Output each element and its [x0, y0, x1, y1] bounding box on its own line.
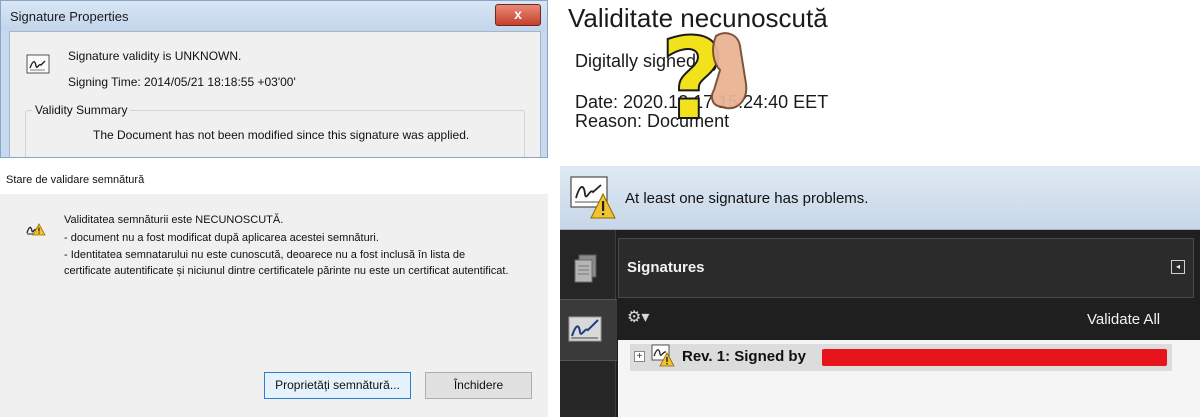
validity-unknown-graphic: Validitate necunoscută Digitally signed … — [562, 0, 1200, 160]
close-button[interactable]: x — [495, 4, 541, 26]
signature-warning-icon — [26, 223, 46, 236]
signature-pen-icon — [568, 316, 602, 342]
validity-status: Signature validity is UNKNOWN. — [68, 49, 242, 63]
signatures-tab[interactable] — [560, 299, 617, 361]
signing-time: Signing Time: 2014/05/21 18:18:55 +03'00… — [68, 75, 296, 89]
signature-properties-dialog: Signature Properties x Signature validit… — [0, 0, 548, 158]
signatures-pane: At least one signature has problems. Sig… — [560, 166, 1200, 417]
options-gear-icon[interactable]: ⚙▾ — [627, 307, 649, 327]
close-button[interactable]: Închidere — [425, 372, 532, 399]
title-bar: Signature Properties x — [1, 1, 547, 31]
pages-icon[interactable] — [574, 254, 598, 284]
detail-line: - Identitatea semnatarului nu este cunos… — [64, 249, 466, 261]
dialog-body: Signature validity is UNKNOWN. Signing T… — [9, 31, 541, 157]
validity-summary-text: The Document has not been modified since… — [93, 128, 470, 142]
close-icon: x — [514, 6, 522, 22]
redaction-bar — [822, 349, 1167, 366]
detail-line: certificate autentificate și niciunul di… — [64, 265, 509, 277]
collapse-panel-button[interactable]: ◂ — [1171, 260, 1185, 274]
revision-label: Rev. 1: Signed by — [682, 348, 806, 365]
validity-summary-group: Validity Summary The Document has not be… — [25, 103, 525, 157]
status-line: Validitatea semnăturii este NECUNOSCUTĂ. — [64, 214, 284, 226]
signature-pen-icon — [26, 54, 50, 74]
signature-warning-icon — [570, 176, 616, 219]
question-mark-icon: ? — [659, 14, 748, 134]
dialog-title: Stare de validare semnătură — [6, 174, 145, 186]
title-bar: Stare de validare semnătură — [0, 158, 548, 194]
chevron-left-icon: ◂ — [1175, 262, 1180, 271]
question-glyph: ? — [660, 15, 725, 134]
plus-icon: + — [636, 351, 643, 362]
validity-summary-label: Validity Summary — [32, 103, 131, 117]
dialog-title: Signature Properties — [10, 9, 129, 24]
banner-message: At least one signature has problems. — [625, 190, 869, 207]
signature-properties-button[interactable]: Proprietăți semnătură... — [264, 372, 411, 399]
panel-title: Signatures — [627, 259, 705, 276]
signature-warning-icon — [651, 344, 675, 367]
validation-status-dialog: Stare de validare semnătură Validitatea … — [0, 158, 548, 417]
expand-toggle[interactable]: + — [634, 351, 645, 362]
validate-all-button[interactable]: Validate All — [1087, 311, 1160, 328]
signatures-panel-header: Signatures ◂ — [618, 238, 1194, 298]
signature-problem-banner: At least one signature has problems. — [560, 166, 1200, 230]
detail-line: - document nu a fost modificat după apli… — [64, 232, 379, 244]
